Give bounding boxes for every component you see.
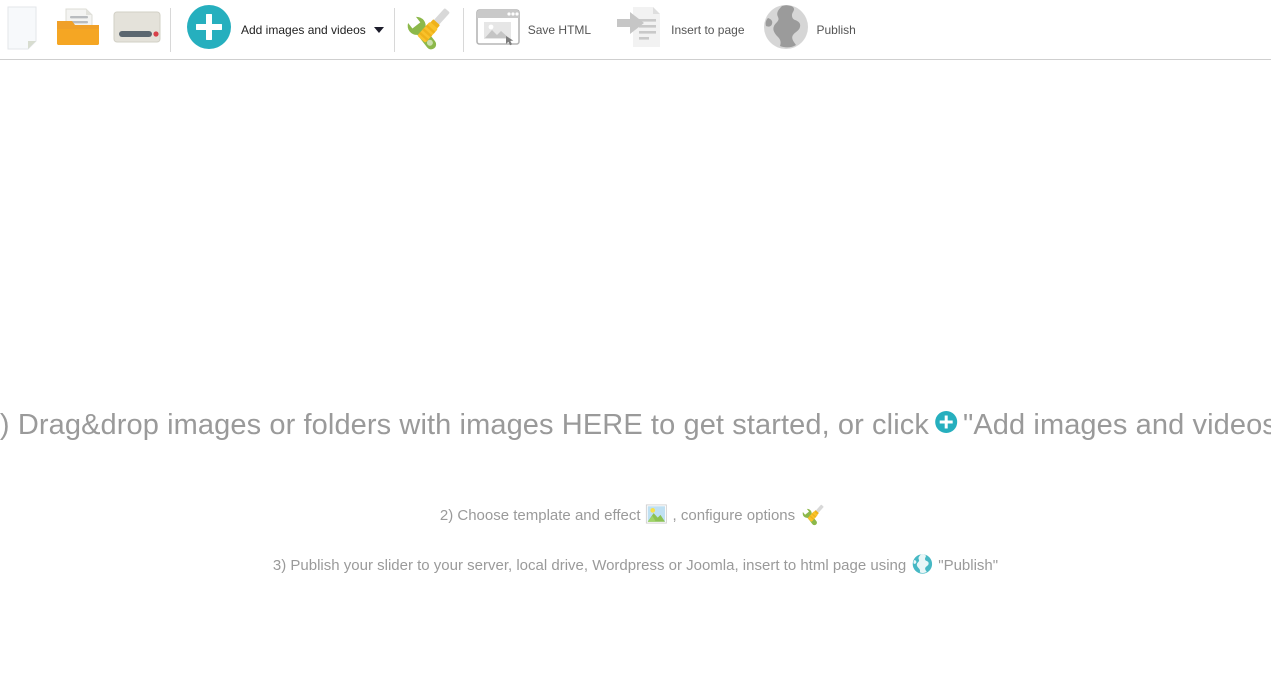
wrench-screwdriver-icon [403, 1, 455, 58]
insert-to-page-label: Insert to page [671, 22, 745, 37]
main-toolbar: Add images and videos Save HTML Insert t… [0, 0, 1271, 60]
instruction-step-3: 3) Publish your slider to your server, l… [273, 553, 998, 578]
add-images-and-videos-label: Add images and videos [241, 22, 366, 37]
options-button[interactable] [395, 0, 463, 59]
publish-button[interactable]: Publish [745, 0, 856, 59]
instruction-step-2: 2) Choose template and effect , configur… [440, 501, 831, 530]
publish-label: Publish [816, 22, 856, 37]
globe-icon[interactable] [911, 553, 933, 578]
plus-circle-icon [185, 3, 233, 56]
instruction-step-1: 1) Drag&drop images or folders with imag… [0, 410, 1271, 440]
save-html-button[interactable]: Save HTML [464, 0, 592, 59]
document-arrow-icon [613, 2, 665, 57]
wrench-screwdriver-icon[interactable] [800, 501, 826, 530]
step-1-text-after: "Add images and videos" [962, 408, 1271, 441]
save-project-button[interactable] [104, 0, 164, 59]
floppy-disk-icon [108, 3, 164, 56]
step-3-text-before: 3) Publish your slider to your server, l… [272, 557, 907, 574]
insert-to-page-button[interactable]: Insert to page [591, 0, 745, 59]
chevron-down-icon[interactable] [373, 26, 384, 33]
step-2-text-before: 2) Choose template and effect [439, 507, 641, 524]
add-images-and-videos-button[interactable]: Add images and videos [171, 0, 394, 59]
globe-icon [761, 2, 811, 57]
save-html-label: Save HTML [527, 22, 592, 37]
step-3-text-after: "Publish" [938, 557, 999, 574]
open-folder-icon [52, 3, 104, 56]
step-2-text-middle: , configure options [672, 507, 796, 524]
picture-icon [646, 504, 668, 527]
plus-circle-icon[interactable] [934, 410, 958, 440]
new-project-button[interactable] [0, 0, 46, 59]
drag-and-drop-area[interactable]: 1) Drag&drop images or folders with imag… [0, 60, 1271, 694]
step-1-text-before: 1) Drag&drop images or folders with imag… [0, 408, 929, 441]
open-project-button[interactable] [46, 0, 104, 59]
blank-page-icon [2, 3, 46, 56]
browser-image-icon [474, 3, 522, 56]
